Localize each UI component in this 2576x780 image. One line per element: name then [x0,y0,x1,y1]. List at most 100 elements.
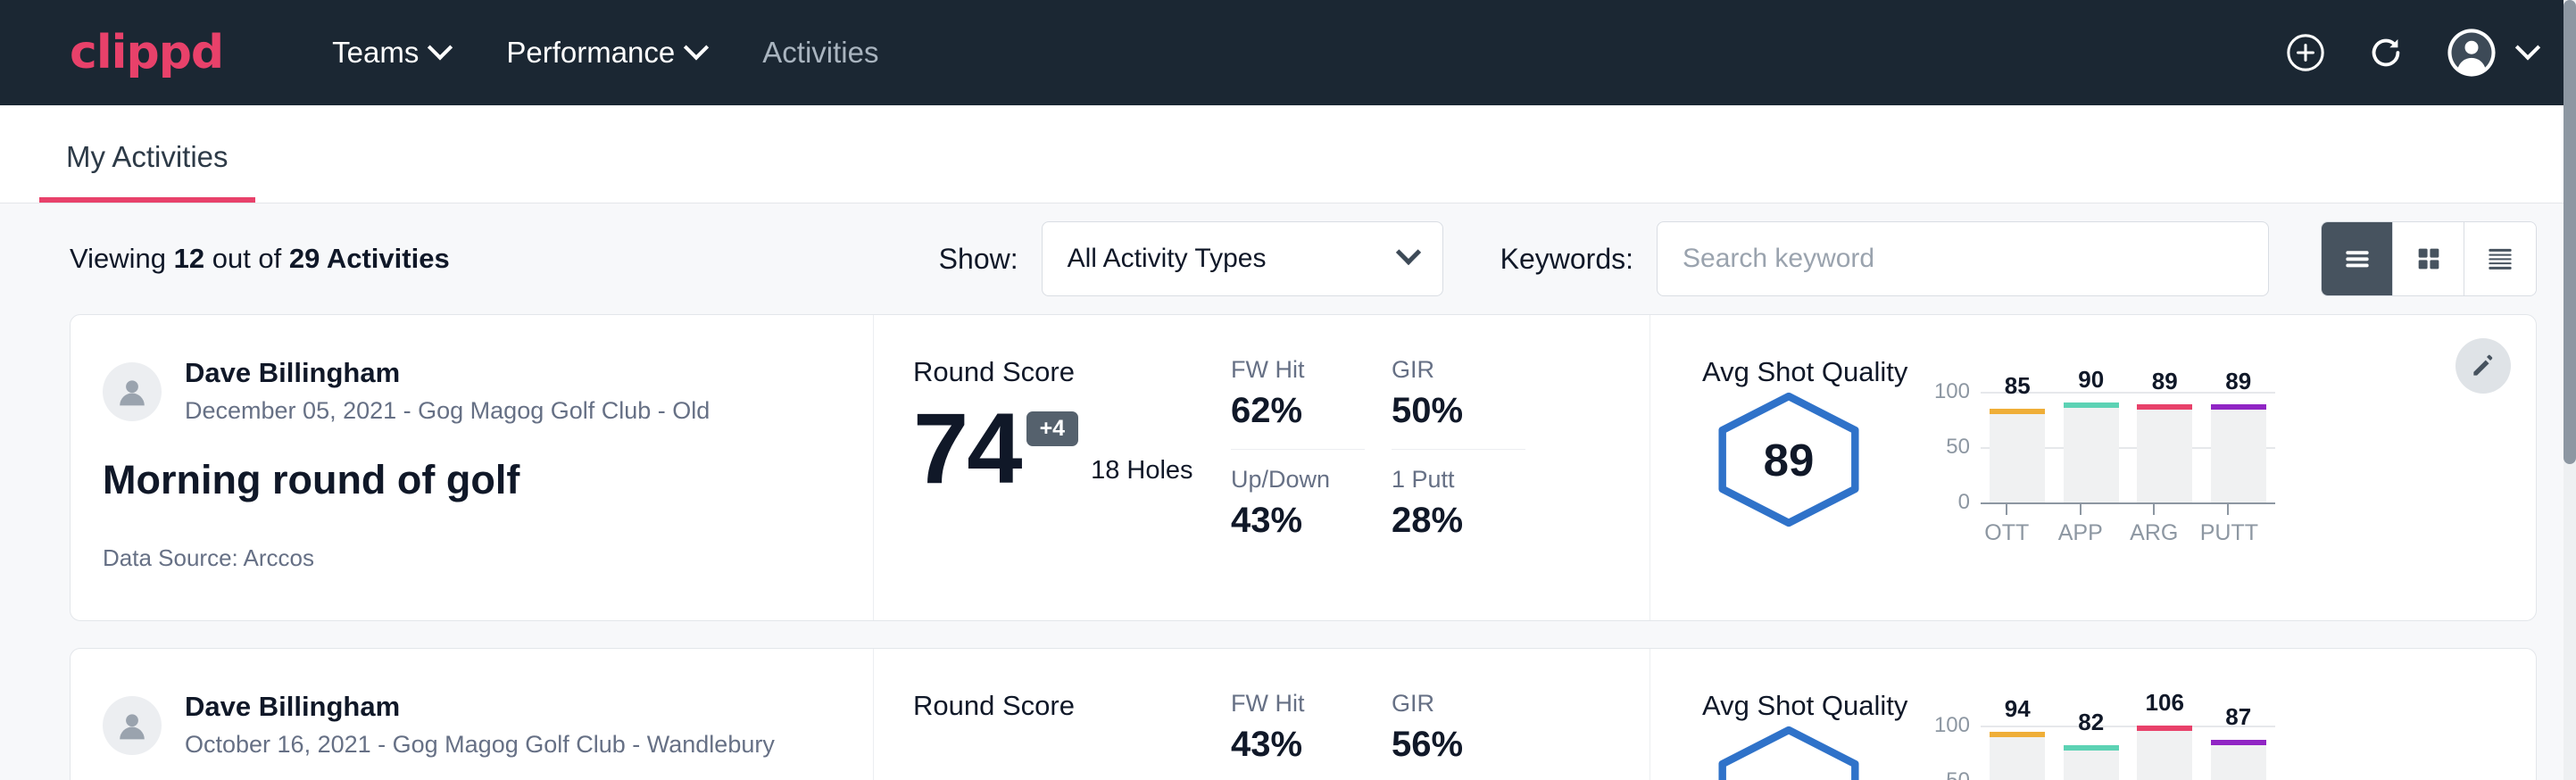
x-label-ott: OTT [1979,502,2034,546]
chevron-down-icon [428,35,453,60]
round-score-block: Round Score 74 +4 18 Holes [874,315,1231,620]
activity-info: Dave Billingham December 05, 2021 - Gog … [71,315,874,620]
activity-card[interactable]: Dave Billingham October 16, 2021 - Gog M… [70,648,2537,780]
bar-value-label: 106 [2137,689,2192,717]
tick-mark-icon [2227,502,2229,515]
bar-rect [2211,404,2266,502]
nav-item-performance[interactable]: Performance [478,0,734,105]
tick-mark-icon [2153,502,2155,515]
bar-value-label: 87 [2211,703,2266,731]
round-score-label: Round Score [913,356,1231,388]
stat-gir-label: GIR [1392,356,1525,384]
tab-bar: My Activities [0,105,2576,203]
nav-item-teams[interactable]: Teams [303,0,478,105]
stat-one-putt-label: 1 Putt [1392,466,1525,494]
viewing-count-text: Viewing 12 out of 29 Activities [70,243,450,275]
bar-rect [2064,745,2119,780]
chart-y-axis: 100 50 0 [1918,392,1981,502]
person-icon [112,705,153,746]
view-mode-toggle [2321,221,2537,296]
bar-cap [2064,402,2119,408]
chart-x-labels: OTT APP ARG PUTT [1970,502,2264,546]
view-mode-list-button[interactable] [2322,222,2393,295]
stat-fw-hit: FW Hit 43% [1231,690,1365,780]
stat-one-putt: 1 Putt 28% [1392,466,1525,559]
bar-rect [1990,732,2045,780]
x-label-app: APP [2053,502,2108,546]
activity-data-source: Data Source: Arccos [103,544,837,572]
quality-hexagon-wrap [1702,726,1907,780]
chart-bar-arg: 89 [2137,392,2192,502]
chart-area: 100 50 0 85 [1918,392,2275,502]
avg-shot-quality-value [1713,726,1865,780]
nav-actions [2285,27,2537,79]
y-tick: 50 [1946,768,1970,780]
stat-gir-value: 50% [1392,391,1525,431]
account-menu[interactable] [2446,27,2537,79]
page-scrollbar[interactable] [2564,0,2576,780]
view-mode-compact-button[interactable] [2464,222,2536,295]
avg-shot-quality-label: Avg Shot Quality [1702,356,2536,388]
x-label-arg: ARG [2126,502,2181,546]
x-label-text: PUTT [2200,520,2258,545]
stat-fw-hit: FW Hit 62% [1231,356,1365,450]
chart-bars: 94 82 [1981,726,2275,780]
score-delta-badge: +4 [1026,411,1079,446]
add-activity-button[interactable] [2285,32,2326,73]
bar-rect [2211,740,2266,780]
activity-type-select[interactable]: All Activity Types [1042,221,1443,296]
player-name: Dave Billingham [185,690,775,725]
viewing-prefix: Viewing [70,243,174,274]
clippd-logo[interactable]: clippd [70,26,223,79]
round-score-row: 74 +4 18 Holes [913,402,1231,494]
tab-my-activities[interactable]: My Activities [39,140,255,203]
keywords-label: Keywords: [1500,243,1633,276]
avg-shot-quality-block: Avg Shot Quality 89 100 50 [1650,315,2536,620]
shot-quality-chart: 100 50 0 94 [1907,726,2275,780]
stat-one-putt-value: 28% [1392,501,1525,541]
chart-bar-app: 90 [2064,392,2119,502]
nav-item-activities[interactable]: Activities [734,0,907,105]
activity-stats: FW Hit 43% GIR 56% [1231,649,1650,780]
chevron-down-icon [684,35,709,60]
stat-fw-hit-label: FW Hit [1231,690,1365,718]
round-score-block: Round Score [874,649,1231,780]
list-view-icon [2340,242,2374,276]
show-label: Show: [939,243,1018,276]
stat-up-down: Up/Down 43% [1231,466,1365,559]
filter-toolbar: Viewing 12 out of 29 Activities Show: Al… [0,203,2576,314]
viewing-count: 12 [174,243,204,274]
top-navigation-bar: clippd Teams Performance Activities [0,0,2576,105]
bar-cap [1990,732,2045,737]
tick-mark-icon [2080,502,2082,515]
bar-cap [1990,409,2045,414]
chart-y-axis: 100 50 0 [1918,726,1981,780]
round-score-label: Round Score [913,690,1231,722]
chart-bar-putt: 89 [2211,392,2266,502]
chart-bar-app: 82 [2064,726,2119,780]
keywords-group: Keywords: [1500,221,2269,296]
activity-card[interactable]: Dave Billingham December 05, 2021 - Gog … [70,314,2537,621]
compact-view-icon [2483,242,2517,276]
view-mode-grid-button[interactable] [2393,222,2464,295]
bar-value-label: 90 [2064,366,2119,394]
avg-shot-quality-body: 89 100 50 0 [1702,392,2536,546]
search-input[interactable] [1657,221,2269,296]
chart-bar-putt: 87 [2211,726,2266,780]
chevron-down-icon [1395,240,1420,265]
stat-up-down-label: Up/Down [1231,466,1365,494]
shot-quality-chart: 100 50 0 85 [1907,392,2275,546]
nav-item-performance-label: Performance [506,0,675,105]
stat-fw-hit-value: 43% [1231,725,1365,765]
edit-activity-button[interactable] [2456,338,2511,394]
x-label-text: ARG [2130,520,2178,545]
scrollbar-thumb[interactable] [2564,0,2576,464]
bar-cap [2064,745,2119,751]
refresh-button[interactable] [2365,32,2406,73]
quality-hexagon-wrap: 89 [1702,392,1907,527]
stat-fw-hit-label: FW Hit [1231,356,1365,384]
bar-rect [2137,726,2192,780]
chart-bars: 85 90 [1981,392,2275,502]
quality-hexagon: 89 [1713,392,1865,527]
bar-rect [2064,402,2119,502]
